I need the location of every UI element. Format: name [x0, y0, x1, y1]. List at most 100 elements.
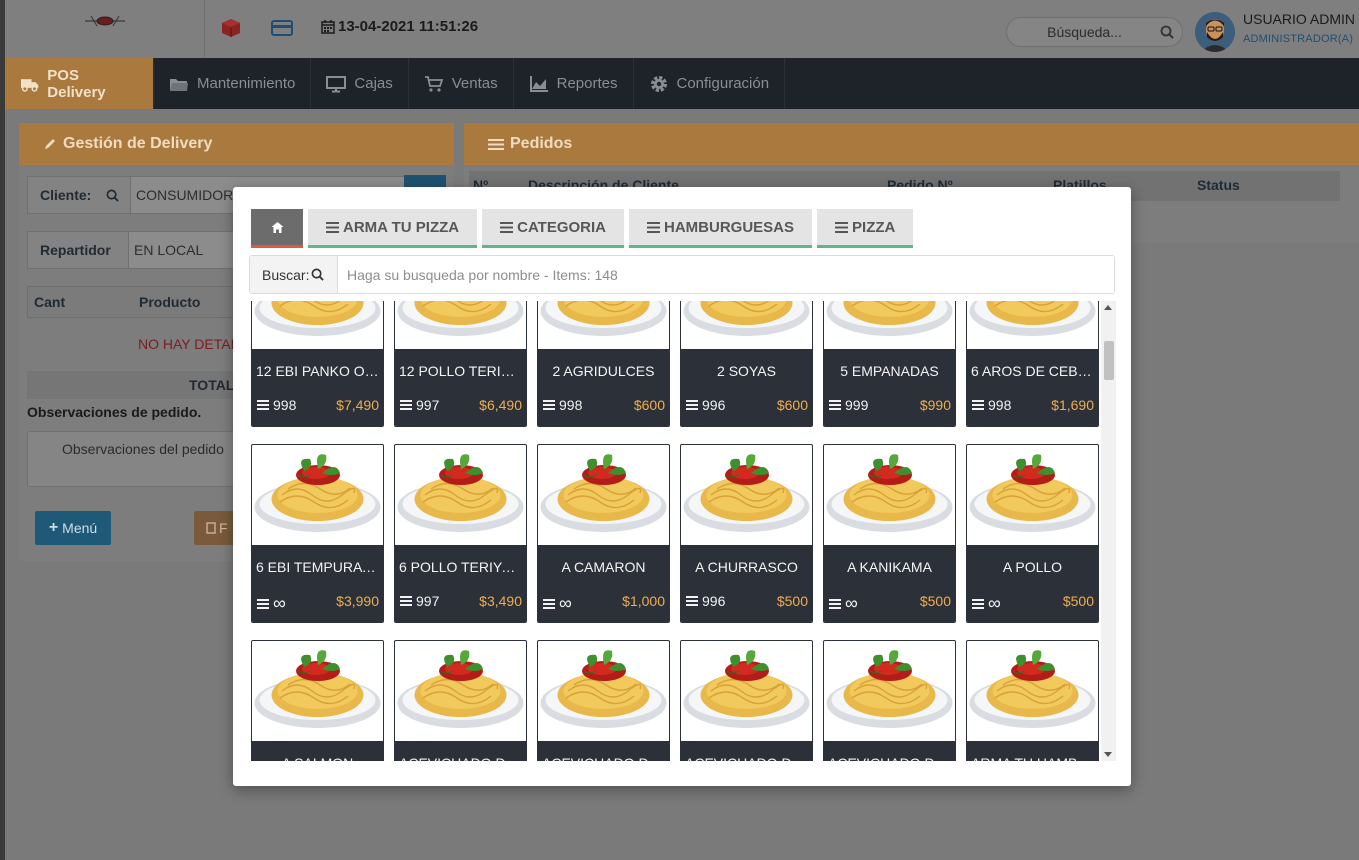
nav-label: Mantenimiento [197, 75, 296, 92]
scroll-thumb[interactable] [1104, 341, 1114, 380]
nav-item-mantenimiento[interactable]: Mantenimiento [154, 58, 312, 109]
product-card[interactable]: 5 EMPANADAS 999 $990 [823, 301, 956, 427]
credit-card-icon[interactable] [271, 17, 293, 39]
no-detalle-text: NO HAY DETALL [138, 336, 247, 352]
list-icon [647, 221, 660, 233]
top-bar: 13-04-2021 11:51:26 USUARIO ADMIN ADMINI… [5, 0, 1359, 58]
spaghetti-plate-image [826, 650, 953, 728]
search-icon [106, 189, 119, 202]
logo-area[interactable] [5, 0, 205, 58]
product-card[interactable]: ACEVICHADO DE ... [823, 640, 956, 761]
product-stock: 996 [686, 593, 725, 609]
user-name[interactable]: USUARIO ADMIN [1243, 11, 1355, 27]
product-card[interactable]: 12 POLLO TERIYA... 997 $6,490 [394, 301, 527, 427]
product-card[interactable]: ARMA TU HAMBU... [966, 640, 1099, 761]
nav-item-pos-delivery[interactable]: POS Delivery [5, 58, 154, 109]
list-icon [326, 221, 339, 233]
list-icon [257, 400, 269, 410]
product-name: ACEVICHADO DE ... [399, 755, 522, 761]
spaghetti-plate-image [969, 454, 1096, 532]
menu-button[interactable]: + Menú [35, 511, 111, 545]
product-card[interactable]: ACEVICHADO DE ... [394, 640, 527, 761]
product-card[interactable]: 6 POLLO TERIYAK... 997 $3,490 [394, 444, 527, 623]
global-search[interactable] [1006, 17, 1183, 47]
monitor-icon [326, 75, 347, 92]
folder-icon [170, 78, 188, 91]
main-nav: POS Delivery Mantenimiento Cajas Ventas [5, 58, 1359, 109]
nav-label: Reportes [556, 75, 618, 92]
app: 13-04-2021 11:51:26 USUARIO ADMIN ADMINI… [5, 0, 1359, 860]
tab-arma-tu-pizza[interactable]: ARMA TU PIZZA [308, 209, 478, 248]
product-card-footer: A CHURRASCO 996 $500 [681, 545, 812, 622]
f-button-label: F [219, 520, 228, 536]
search-icon[interactable] [1160, 25, 1174, 39]
tab-home[interactable] [251, 209, 303, 248]
product-card[interactable]: 6 AROS DE CEBO... 998 $1,690 [966, 301, 1099, 427]
product-grid: 12 EBI PANKO O T... 998 $7,490 12 POLLO … [251, 301, 1099, 761]
product-card-footer: 5 EMPANADAS 999 $990 [824, 349, 955, 426]
pedidos-panel-title: Pedidos [510, 135, 573, 152]
product-stock: ∞ [972, 593, 1001, 614]
home-icon [271, 221, 283, 233]
product-card[interactable]: A SALMON [251, 640, 384, 761]
scroll-up-arrow[interactable] [1104, 305, 1112, 310]
tab-hamburguesas[interactable]: HAMBURGUESAS [629, 209, 813, 248]
product-name: ACEVICHADO DE ... [828, 755, 951, 761]
product-card[interactable]: A CAMARON ∞ $1,000 [537, 444, 670, 623]
list-icon [543, 598, 555, 609]
product-card-footer: ACEVICHADO DE ... [681, 741, 812, 761]
spaghetti-plate-image [254, 650, 381, 728]
product-name: A CAMARON [561, 559, 646, 575]
gear-icon [650, 75, 667, 92]
observaciones-placeholder: Observaciones del pedido [62, 441, 224, 457]
nav-item-reportes[interactable]: Reportes [514, 58, 634, 109]
product-name: 6 EBI TEMPURA O... [256, 559, 379, 575]
tab-pizza[interactable]: PIZZA [817, 209, 914, 248]
product-card[interactable]: ACEVICHADO DE ... [680, 640, 813, 761]
nav-item-ventas[interactable]: Ventas [409, 58, 514, 109]
product-card-footer: ACEVICHADO DE ... [395, 741, 526, 761]
product-card[interactable]: 12 EBI PANKO O T... 998 $7,490 [251, 301, 384, 427]
product-card-footer: ACEVICHADO DE ... [824, 741, 955, 761]
total-label: TOTAL [189, 377, 235, 393]
datetime: 13-04-2021 11:51:26 [321, 18, 478, 35]
nav-item-cajas[interactable]: Cajas [311, 58, 409, 109]
file-icon [206, 522, 216, 534]
delivery-panel-title: Gestión de Delivery [63, 135, 213, 152]
product-name: A POLLO [1002, 559, 1063, 575]
product-card[interactable]: ACEVICHADO DE ... [537, 640, 670, 761]
product-name: 2 SOYAS [717, 363, 776, 379]
cube-icon[interactable] [220, 17, 242, 39]
product-stock-value: 998 [559, 397, 583, 413]
datetime-text: 13-04-2021 11:51:26 [338, 18, 479, 35]
product-name: 2 AGRIDULCES [552, 363, 655, 379]
product-search: Buscar: [249, 255, 1115, 294]
global-search-input[interactable] [1017, 22, 1152, 42]
nav-item-configuracion[interactable]: Configuración [634, 58, 786, 109]
product-card[interactable]: 2 AGRIDULCES 998 $600 [537, 301, 670, 427]
product-grid-scrollbar[interactable] [1101, 301, 1116, 761]
product-card-footer: 12 POLLO TERIYA... 997 $6,490 [395, 349, 526, 426]
product-card-footer: ACEVICHADO DE ... [538, 741, 669, 761]
f-button[interactable]: F [194, 511, 234, 545]
product-price: $500 [1062, 593, 1094, 609]
nav-label: Cajas [354, 75, 393, 92]
product-card[interactable]: 2 SOYAS 996 $600 [680, 301, 813, 427]
product-stock: 998 [543, 397, 582, 413]
product-price: $3,990 [336, 593, 379, 609]
list-icon [835, 221, 849, 233]
avatar[interactable] [1195, 12, 1235, 52]
tab-categoria[interactable]: CATEGORIA [482, 209, 624, 248]
product-card[interactable]: A KANIKAMA ∞ $500 [823, 444, 956, 623]
product-search-input[interactable] [338, 256, 1114, 293]
product-card[interactable]: 6 EBI TEMPURA O... ∞ $3,990 [251, 444, 384, 623]
scroll-down-arrow[interactable] [1104, 752, 1112, 757]
product-card[interactable]: A POLLO ∞ $500 [966, 444, 1099, 623]
list-icon [972, 400, 984, 410]
cliente-label: Cliente: [40, 187, 92, 203]
product-stock-value: 996 [702, 397, 726, 413]
tab-label: HAMBURGUESAS [664, 218, 795, 236]
spaghetti-plate-image [540, 454, 667, 532]
product-card[interactable]: A CHURRASCO 996 $500 [680, 444, 813, 623]
list-icon [488, 138, 504, 150]
